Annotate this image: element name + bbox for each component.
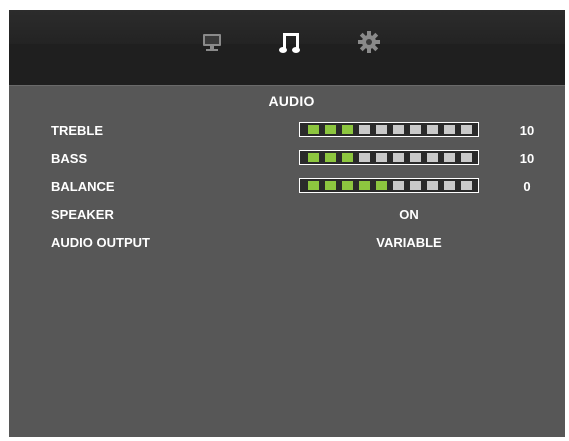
level-segment-active	[342, 125, 353, 134]
level-segment-inactive	[376, 125, 387, 134]
level-segment-active	[308, 181, 319, 190]
monitor-icon	[203, 34, 221, 51]
level-segment-inactive	[359, 125, 370, 134]
treble-slider[interactable]	[299, 122, 479, 137]
level-segment-active	[308, 125, 319, 134]
level-segment-active	[325, 181, 336, 190]
osd-menu-panel: AUDIO TREBLE 10 BASS 10 BALANCE 0 SPEAKE…	[9, 10, 565, 437]
music-note-icon	[279, 33, 300, 53]
level-segment-inactive	[444, 153, 455, 162]
level-segment-active	[325, 125, 336, 134]
level-segment-inactive	[410, 181, 421, 190]
level-segment-inactive	[359, 153, 370, 162]
level-segment-active	[376, 181, 387, 190]
level-segment-inactive	[444, 125, 455, 134]
balance-slider[interactable]	[299, 178, 479, 193]
audio-output-label[interactable]: AUDIO OUTPUT	[51, 235, 150, 250]
balance-label[interactable]: BALANCE	[51, 179, 115, 194]
level-segment-active	[325, 153, 336, 162]
level-segment-inactive	[427, 181, 438, 190]
bass-label[interactable]: BASS	[51, 151, 87, 166]
level-segment-inactive	[461, 181, 472, 190]
balance-value: 0	[523, 179, 531, 194]
level-segment-inactive	[376, 153, 387, 162]
tab-divider	[9, 85, 565, 86]
speaker-value[interactable]: ON	[349, 207, 469, 222]
tab-setup[interactable]	[358, 31, 380, 53]
tab-audio[interactable]	[279, 31, 301, 55]
level-segment-active	[342, 181, 353, 190]
treble-value: 10	[519, 123, 535, 138]
level-segment-inactive	[393, 153, 404, 162]
bass-value: 10	[519, 151, 535, 166]
level-segment-inactive	[461, 153, 472, 162]
level-segment-inactive	[461, 125, 472, 134]
level-segment-inactive	[427, 125, 438, 134]
level-segment-active	[342, 153, 353, 162]
level-segment-inactive	[427, 153, 438, 162]
level-segment-inactive	[393, 125, 404, 134]
level-segment-active	[359, 181, 370, 190]
speaker-label[interactable]: SPEAKER	[51, 207, 114, 222]
menu-title: AUDIO	[268, 93, 315, 109]
treble-label[interactable]: TREBLE	[51, 123, 103, 138]
level-segment-inactive	[410, 153, 421, 162]
bass-slider[interactable]	[299, 150, 479, 165]
level-segment-inactive	[410, 125, 421, 134]
gear-icon	[358, 31, 380, 53]
level-segment-inactive	[444, 181, 455, 190]
level-segment-active	[308, 153, 319, 162]
audio-output-value[interactable]: VARIABLE	[349, 235, 469, 250]
tab-picture[interactable]	[201, 32, 223, 54]
level-segment-inactive	[393, 181, 404, 190]
